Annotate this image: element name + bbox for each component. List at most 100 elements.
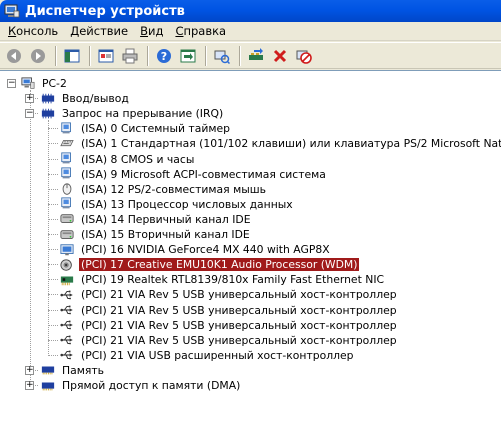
tree-item-text: 15 bbox=[110, 228, 125, 241]
tree-category-irq[interactable]: Запрос на прерывание (IRQ) bbox=[40, 106, 225, 121]
tree-irq-item[interactable]: (ISA) 12 PS/2-совместимая мышь bbox=[59, 182, 268, 197]
tree-guide-horizontal bbox=[48, 158, 58, 160]
tree-item-text: (ISA) bbox=[81, 122, 108, 136]
update-driver-button[interactable] bbox=[245, 45, 267, 67]
show-hide-icon bbox=[180, 49, 196, 62]
back-button[interactable] bbox=[3, 45, 25, 67]
tree-guide-horizontal bbox=[48, 234, 58, 235]
tree-item-label: Ввод/вывод bbox=[60, 92, 131, 105]
sound-icon bbox=[60, 259, 72, 271]
tree-guide-horizontal bbox=[48, 324, 58, 326]
usb-icon bbox=[60, 320, 73, 330]
tree-item-text: (ISA) bbox=[81, 212, 108, 226]
tree-item-label: (ISA) 9 Microsoft ACPI-совместимая систе… bbox=[79, 168, 328, 181]
expand-toggle[interactable]: + bbox=[25, 381, 34, 390]
disable-icon bbox=[296, 50, 312, 64]
show-hide-button[interactable] bbox=[177, 45, 199, 67]
tree-item-text: (PCI) bbox=[81, 258, 107, 272]
tree-item-text: VIA Rev 5 USB универсальный хост-контрол… bbox=[127, 318, 397, 332]
tree-guide-horizontal bbox=[48, 354, 58, 356]
tree-item-label: (ISA) 0 Системный таймер bbox=[79, 122, 232, 135]
tree-item-text: PS/2-совместимая мышь bbox=[127, 182, 266, 196]
menu-item[interactable]: Вид bbox=[134, 22, 169, 40]
tree-item-text: (ISA) bbox=[81, 182, 108, 196]
tree-item-label: (PCI) 16 NVIDIA GeForce4 MX 440 with AGP… bbox=[79, 243, 332, 256]
tree-irq-item[interactable]: (ISA) 14 Первичный канал IDE bbox=[59, 212, 253, 227]
uninstall-button[interactable] bbox=[269, 45, 291, 67]
tree-item-label: (PCI) 19 Realtek RTL8139/810x Family Fas… bbox=[79, 273, 386, 286]
tree-item-text: (PCI) bbox=[81, 273, 107, 287]
tree-item-text: (PCI) bbox=[81, 243, 107, 257]
tree-irq-item[interactable]: (ISA) 0 Системный таймер bbox=[59, 121, 232, 136]
system-icon bbox=[61, 197, 71, 209]
tree-irq-item[interactable]: (ISA) 8 CMOS и часы bbox=[59, 152, 196, 167]
tree-item-text: (PCI) bbox=[81, 333, 107, 347]
memory-icon bbox=[41, 366, 55, 375]
tree-item-text: Realtek RTL8139/810x Family Fast Etherne… bbox=[127, 273, 385, 287]
properties-button[interactable] bbox=[95, 45, 117, 67]
mouse-icon bbox=[62, 183, 72, 195]
ide-icon bbox=[60, 229, 74, 239]
system-icon bbox=[61, 122, 71, 134]
tree-item-text: (ISA) bbox=[81, 152, 108, 166]
tree-category-memory[interactable]: Память bbox=[40, 363, 106, 378]
title-bar[interactable]: Диспетчер устройств bbox=[0, 0, 501, 22]
expand-toggle[interactable]: + bbox=[25, 365, 34, 375]
help-icon: ? bbox=[157, 48, 171, 63]
tree-item-text: 1 bbox=[110, 137, 118, 151]
tree-item-text: (PCI) bbox=[81, 318, 107, 332]
tree-item-text: Стандартная (101/102 клавиши) или клавиа… bbox=[120, 137, 501, 151]
tree-category-io[interactable]: Ввод/вывод bbox=[40, 91, 131, 106]
tree-guide-horizontal bbox=[48, 264, 58, 266]
keyboard-icon bbox=[60, 140, 74, 146]
tree-item-label: (PCI) 21 VIA Rev 5 USB универсальный хос… bbox=[79, 288, 399, 301]
tree-irq-item[interactable]: (PCI) 16 NVIDIA GeForce4 MX 440 with AGP… bbox=[59, 242, 332, 257]
tree-irq-item[interactable]: (ISA) 15 Вторичный канал IDE bbox=[59, 227, 252, 242]
tree-irq-item[interactable]: (ISA) 9 Microsoft ACPI-совместимая систе… bbox=[59, 167, 328, 182]
tree-item-text: VIA Rev 5 USB универсальный хост-контрол… bbox=[127, 303, 397, 317]
console-tree-button[interactable] bbox=[61, 45, 83, 67]
tree-item-text: (PCI) bbox=[81, 303, 107, 317]
tree-irq-item[interactable]: (PCI) 21 VIA Rev 5 USB универсальный хос… bbox=[59, 318, 399, 333]
menu-label-part: ействие bbox=[79, 24, 129, 38]
tree-irq-item[interactable]: (PCI) 17 Creative EMU10K1 Audio Processo… bbox=[59, 257, 361, 273]
forward-button[interactable] bbox=[27, 45, 49, 67]
disable-button[interactable] bbox=[293, 45, 315, 67]
print-button[interactable] bbox=[119, 45, 141, 67]
usb-icon bbox=[60, 305, 73, 315]
tree-category-dma[interactable]: Прямой доступ к памяти (DMA) bbox=[40, 378, 242, 393]
scan-hardware-button[interactable] bbox=[211, 45, 233, 67]
tree-item-label: (PCI) 17 Creative EMU10K1 Audio Processo… bbox=[77, 257, 361, 273]
tree-guide-horizontal bbox=[48, 188, 58, 190]
menu-item[interactable]: Консоль bbox=[2, 22, 64, 40]
tree-guide-horizontal bbox=[48, 128, 58, 130]
tree-item-text: (PCI) bbox=[81, 348, 107, 362]
collapse-toggle[interactable]: − bbox=[25, 109, 34, 119]
tree-irq-item[interactable]: (PCI) 21 VIA Rev 5 USB универсальный хос… bbox=[59, 287, 399, 302]
tree-irq-item[interactable]: (PCI) 21 VIA Rev 5 USB универсальный хос… bbox=[59, 333, 399, 348]
collapse-toggle[interactable]: − bbox=[7, 79, 16, 88]
tree-irq-item[interactable]: (PCI) 21 VIA USB расширенный хост-контро… bbox=[59, 348, 356, 363]
tree-irq-item[interactable]: (PCI) 19 Realtek RTL8139/810x Family Fas… bbox=[59, 272, 386, 287]
tree-item-text: 21 bbox=[110, 288, 124, 302]
menu-accesskey: В bbox=[140, 24, 148, 38]
network-icon bbox=[60, 276, 74, 286]
tree-root-pc[interactable]: PC-2 bbox=[20, 76, 69, 91]
tree-item-text: 17 bbox=[110, 258, 124, 272]
tree-item-text: 16 bbox=[110, 243, 124, 257]
tree-guide-horizontal bbox=[48, 279, 58, 281]
help-button[interactable]: ? bbox=[153, 45, 175, 67]
menu-label-part: правка bbox=[183, 24, 227, 38]
tree-irq-item[interactable]: (ISA) 1 Стандартная (101/102 клавиши) ил… bbox=[59, 136, 501, 151]
tree-irq-item[interactable]: (ISA) 13 Процессор числовых данных bbox=[59, 197, 295, 212]
computer-icon bbox=[21, 76, 35, 89]
window-title: Диспетчер устройств bbox=[25, 3, 185, 19]
toolbar-separator bbox=[55, 45, 57, 66]
menu-label-part: ид bbox=[148, 24, 164, 38]
device-manager-icon bbox=[4, 4, 20, 18]
tree-irq-item[interactable]: (PCI) 21 VIA Rev 5 USB универсальный хос… bbox=[59, 303, 399, 318]
tree-guide-horizontal bbox=[48, 249, 58, 251]
menu-item[interactable]: Справка bbox=[169, 22, 232, 40]
expand-toggle[interactable]: + bbox=[25, 94, 34, 104]
menu-item[interactable]: Действие bbox=[64, 22, 134, 40]
